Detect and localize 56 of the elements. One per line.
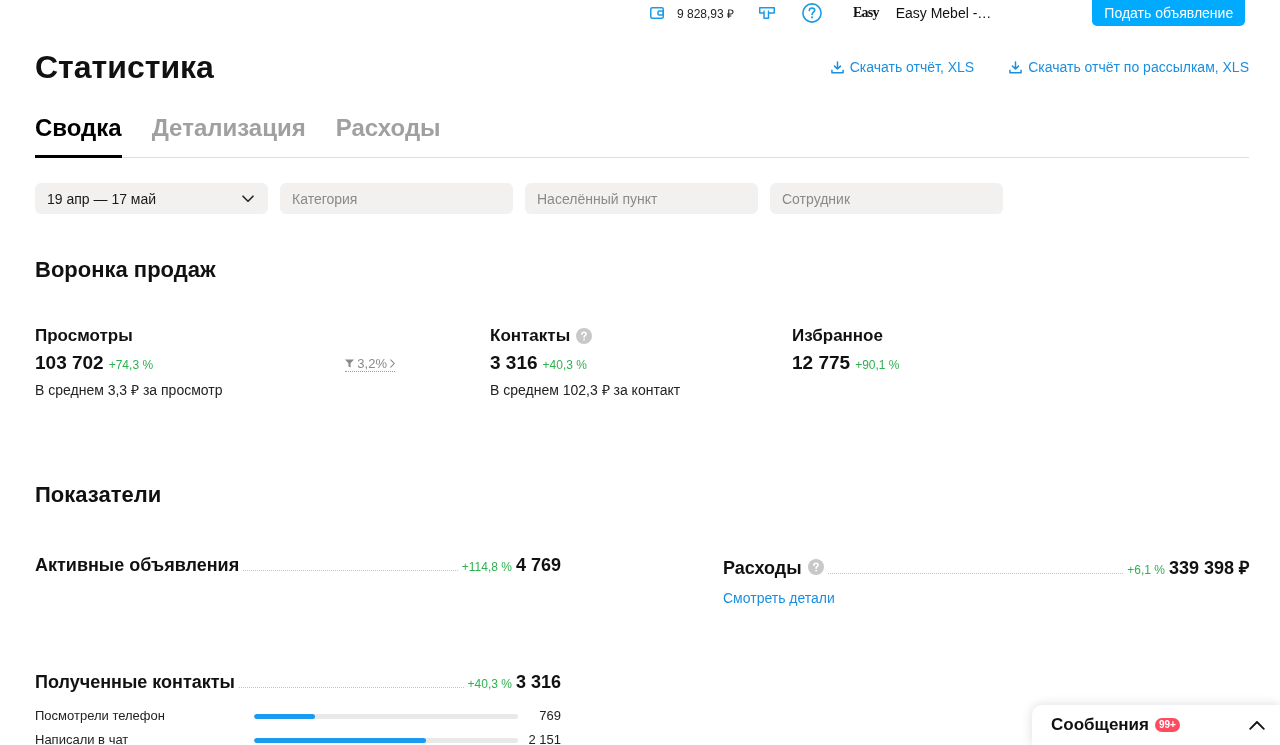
breakdown-value: 769 — [538, 708, 561, 724]
stat-change: +40,3 % — [542, 358, 587, 372]
section-title: Показатели — [35, 481, 162, 509]
stat-note: В среднем 102,3 ₽ за контакт — [490, 381, 681, 399]
indicator-value: 3 316 — [515, 672, 561, 693]
help-icon[interactable] — [576, 328, 593, 344]
account-menu[interactable]: Easy Mebel -… — [895, 5, 992, 21]
help-icon[interactable] — [807, 559, 824, 575]
details-link[interactable]: Смотреть детали — [723, 589, 835, 607]
breakdown-value: 2 151 — [527, 732, 561, 745]
balance-amount: 9 828,93 ₽ — [677, 5, 735, 22]
help-icon[interactable] — [802, 3, 823, 23]
stat-label: Контакты — [490, 326, 571, 346]
download-icon — [1009, 60, 1023, 74]
unread-badge: 99+ — [1155, 718, 1180, 732]
messages-title: Сообщения — [1051, 715, 1149, 735]
indicator-change: +40,3 % — [467, 677, 512, 691]
layout-icon[interactable] — [759, 7, 776, 19]
download-icon — [830, 60, 844, 74]
stat-change: +74,3 % — [108, 358, 154, 372]
download-report-link[interactable]: Скачать отчёт по рассылкам, XLS — [1009, 59, 1249, 75]
chevron-up-icon[interactable] — [1249, 720, 1265, 730]
funnel-icon — [345, 359, 355, 368]
stat-value: 103 702 — [35, 352, 104, 374]
post-ad-button[interactable]: Подать объявление — [1092, 0, 1246, 26]
indicator-value: 4 769 — [515, 555, 561, 576]
stat-value: 3 316 — [490, 352, 538, 374]
page-title: Статистика — [35, 48, 214, 86]
indicator-label: Активные объявления — [35, 555, 240, 576]
chevron-right-icon — [390, 359, 395, 368]
chevron-down-icon — [242, 194, 254, 203]
date-range-select[interactable]: 19 апр — 17 май — [35, 183, 268, 214]
tab[interactable]: Сводка — [35, 113, 122, 158]
stat-note: В среднем 3,3 ₽ за просмотр — [35, 381, 223, 399]
tab[interactable]: Расходы — [335, 113, 441, 158]
filter-input[interactable]: Сотрудник — [770, 183, 1003, 214]
conversion-link[interactable]: 3,2% — [345, 356, 395, 372]
stat-label: Избранное — [792, 326, 883, 346]
account-logo: Easy — [853, 5, 879, 21]
indicator-label: Расходы — [723, 558, 802, 579]
section-title: Воронка продаж — [35, 256, 216, 284]
filter-input[interactable]: Населённый пункт — [525, 183, 758, 214]
breakdown-label: Написали в чат — [35, 732, 130, 745]
tab[interactable]: Детализация — [151, 113, 306, 158]
stat-change: +90,1 % — [855, 358, 900, 372]
filter-input[interactable]: Категория — [280, 183, 513, 214]
messages-panel[interactable]: Сообщения 99+ — [1032, 705, 1280, 745]
indicator-value: 339 398 ₽ — [1168, 557, 1249, 579]
download-report-link[interactable]: Скачать отчёт, XLS — [830, 59, 975, 75]
breakdown-label: Посмотрели телефон — [35, 708, 166, 724]
stat-label: Просмотры — [35, 326, 133, 346]
indicator-label: Полученные контакты — [35, 672, 235, 693]
indicator-change: +114,8 % — [461, 560, 512, 574]
stat-value: 12 775 — [792, 352, 851, 374]
indicator-change: +6,1 % — [1127, 563, 1165, 577]
wallet-icon[interactable] — [650, 7, 664, 19]
